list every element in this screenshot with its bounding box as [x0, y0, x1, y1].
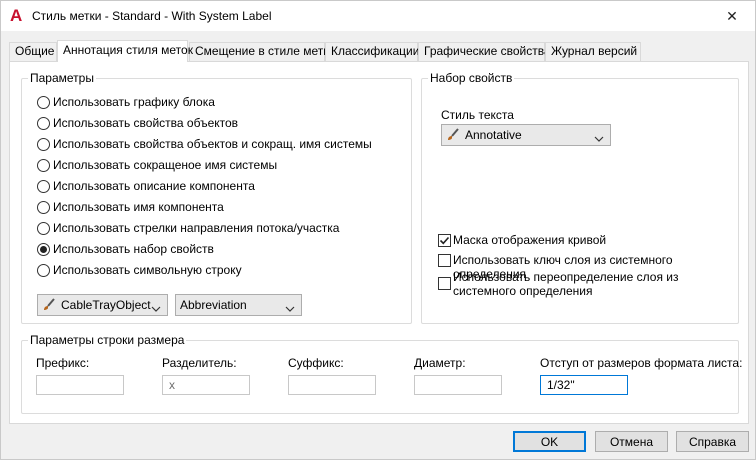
radio-label: Использовать свойства объектов	[53, 116, 239, 130]
close-icon: ✕	[726, 7, 738, 24]
radio-button[interactable]	[37, 95, 50, 109]
radio-component-name[interactable]: Использовать имя компонента	[37, 199, 224, 215]
group-title: Набор свойств	[428, 71, 515, 85]
suffix-input[interactable]	[288, 375, 376, 395]
text-style-combo[interactable]: Annotative	[441, 124, 611, 146]
help-button[interactable]: Справка	[676, 431, 749, 452]
diameter-input[interactable]	[414, 375, 502, 395]
tab-label: Общие	[15, 44, 55, 58]
radio-button[interactable]	[37, 137, 50, 151]
checkmark-icon	[439, 236, 450, 245]
object-combo[interactable]: CableTrayObject	[37, 294, 168, 316]
cancel-button[interactable]: Отмена	[595, 431, 668, 452]
radio-button[interactable]	[37, 116, 50, 130]
tab-version-history[interactable]: Журнал версий	[545, 42, 641, 61]
close-button[interactable]: ✕	[709, 1, 755, 31]
radio-block-graphics[interactable]: Использовать графику блока	[37, 94, 215, 110]
radio-button[interactable]	[37, 179, 50, 193]
checkbox[interactable]	[438, 277, 451, 290]
radio-property-set[interactable]: Использовать набор свойств	[37, 241, 214, 257]
tab-offset[interactable]: Смещение в стиле метки	[189, 42, 335, 61]
tab-label: Графические свойства	[424, 44, 551, 58]
dialog-window: A Стиль метки - Standard - With System L…	[0, 0, 756, 460]
radio-button[interactable]	[37, 200, 50, 214]
tab-general[interactable]: Общие	[9, 42, 57, 61]
radio-component-description[interactable]: Использовать описание компонента	[37, 178, 255, 194]
radio-label: Использовать описание компонента	[53, 179, 255, 193]
checkbox-label: Маска отображения кривой	[453, 233, 607, 247]
autocad-app-icon: A	[10, 6, 23, 25]
radio-label: Использовать графику блока	[53, 95, 215, 109]
chevron-down-icon	[151, 301, 161, 315]
property-combo-value: Abbreviation	[180, 298, 247, 312]
tab-label: Классификации	[331, 44, 420, 58]
tab-label: Журнал версий	[551, 44, 638, 58]
radio-object-properties-system[interactable]: Использовать свойства объектов и сокращ.…	[37, 136, 372, 152]
radio-button[interactable]	[37, 221, 50, 235]
button-label: Справка	[688, 434, 737, 449]
text-style-label: Стиль текста	[441, 108, 514, 122]
tab-display-properties[interactable]: Графические свойства	[418, 42, 551, 61]
prefix-input[interactable]	[36, 375, 124, 395]
group-title: Параметры строки размера	[28, 333, 187, 347]
radio-button[interactable]	[37, 263, 50, 277]
check-layer-override[interactable]: Использовать переопределение слоя из сис…	[438, 270, 734, 298]
property-combo[interactable]: Abbreviation	[175, 294, 302, 316]
suffix-label: Суффикс:	[288, 356, 344, 370]
separator-label: Разделитель:	[162, 356, 237, 370]
radio-label: Использовать имя компонента	[53, 200, 224, 214]
button-label: OK	[540, 434, 559, 449]
tab-annotation[interactable]: Аннотация стиля меток	[57, 40, 193, 62]
ok-button[interactable]: OK	[513, 431, 586, 452]
check-curve-mask[interactable]: Маска отображения кривой	[438, 233, 606, 247]
radio-button[interactable]	[37, 242, 50, 256]
radio-text-string[interactable]: Использовать символьную строку	[37, 262, 242, 278]
checkbox-label: Использовать переопределение слоя из сис…	[453, 270, 679, 298]
diameter-label: Диаметр:	[414, 356, 466, 370]
radio-label: Использовать стрелки направления потока/…	[53, 221, 340, 235]
chevron-down-icon	[594, 131, 604, 145]
object-combo-value: CableTrayObject	[61, 298, 151, 312]
brush-icon	[446, 128, 460, 142]
radio-system-abbrev[interactable]: Использовать сокращеное имя системы	[37, 157, 277, 173]
title-bar: A Стиль метки - Standard - With System L…	[1, 1, 755, 31]
group-title: Параметры	[28, 71, 96, 85]
tab-panel: Параметры Использовать графику блока Исп…	[9, 61, 749, 424]
checkbox[interactable]	[438, 254, 451, 267]
window-title: Стиль метки - Standard - With System Lab…	[32, 9, 272, 23]
chevron-down-icon	[285, 301, 295, 315]
prefix-label: Префикс:	[36, 356, 90, 370]
tab-classifications[interactable]: Классификации	[325, 42, 420, 61]
sheet-offset-label: Отступ от размеров формата листа:	[540, 356, 743, 370]
radio-label: Использовать символьную строку	[53, 263, 242, 277]
checkbox[interactable]	[438, 234, 451, 247]
radio-object-properties[interactable]: Использовать свойства объектов	[37, 115, 238, 131]
tab-label: Смещение в стиле метки	[195, 44, 336, 58]
separator-input[interactable]: x	[162, 375, 250, 395]
tab-label: Аннотация стиля меток	[63, 43, 193, 57]
radio-label: Использовать свойства объектов и сокращ.…	[53, 137, 372, 151]
button-label: Отмена	[609, 434, 654, 449]
text-style-value: Annotative	[465, 128, 522, 142]
radio-label: Использовать сокращеное имя системы	[53, 158, 278, 172]
radio-label: Использовать набор свойств	[53, 242, 214, 256]
radio-button[interactable]	[37, 158, 50, 172]
size-string-group: Параметры строки размера	[21, 333, 739, 414]
sheet-offset-input[interactable]: 1/32"	[540, 375, 628, 395]
brush-icon	[42, 298, 56, 312]
radio-flow-arrows[interactable]: Использовать стрелки направления потока/…	[37, 220, 339, 236]
